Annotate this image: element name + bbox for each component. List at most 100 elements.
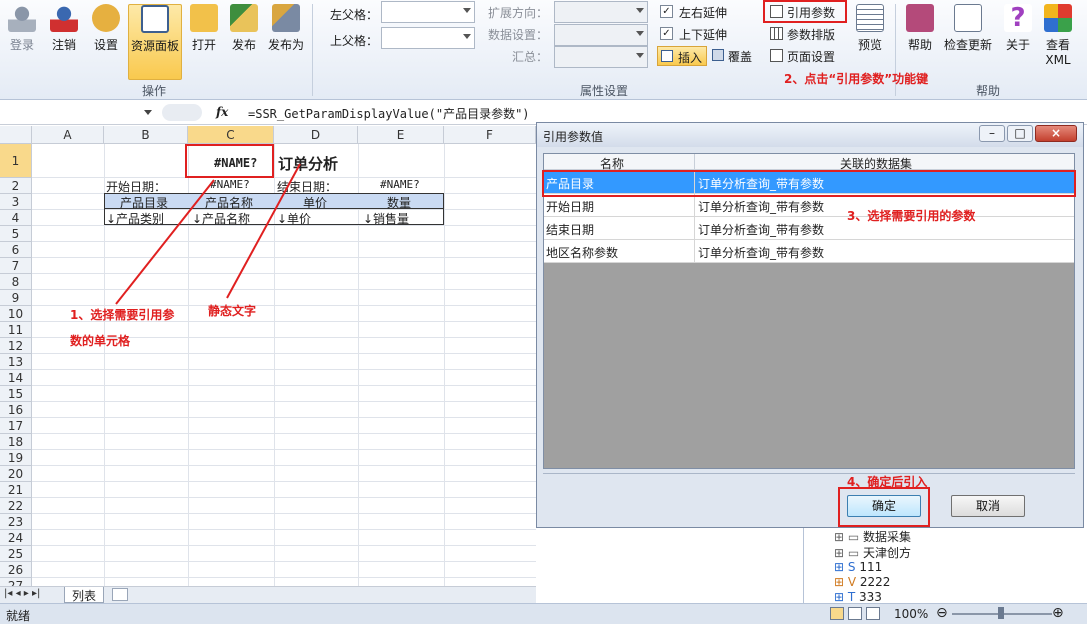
chevron-down-icon (636, 31, 644, 36)
summary-label: 汇总： (512, 50, 549, 64)
help-button[interactable]: 帮助 (902, 4, 938, 53)
tree-item[interactable]: ⊞ T 333 (834, 590, 882, 604)
maximize-icon[interactable]: □ (1007, 125, 1033, 142)
chevron-down-icon (463, 8, 471, 13)
resource-tree: ⊞ ▭ 数据采集 ⊞ ▭ 天津创方 ⊞ S 111 ⊞ V 2222 ⊞ T 3… (803, 528, 1087, 604)
table-row[interactable]: 结束日期 订单分析查询_带有参数 (544, 217, 1074, 240)
chevron-down-icon (636, 8, 644, 13)
publish-as-button[interactable]: 发布为 (266, 4, 306, 53)
check-update-button[interactable]: 检查更新 (942, 4, 994, 53)
dialog-divider (543, 473, 1075, 474)
status-bar: 就绪 100% ⊖ ⊕ (0, 603, 1087, 624)
status-ready: 就绪 (6, 609, 31, 623)
cancel-button[interactable]: 取消 (951, 495, 1025, 517)
ud-extend-checkbox[interactable]: ✓ (660, 27, 673, 40)
new-sheet-icon[interactable] (112, 588, 128, 601)
tree-item[interactable]: ⊞ ▭ 数据采集 (834, 528, 911, 545)
annotation-step2: 2、点击“引用参数”功能键 (784, 72, 929, 86)
tree-item[interactable]: ⊞ V 2222 (834, 575, 890, 589)
about-button[interactable]: ? 关于 (1000, 4, 1036, 53)
settings-icon (92, 4, 120, 32)
ref-param-dialog: 引用参数值 – □ × 名称 关联的数据集 产品目录 订单分析查询_带有参数 开… (536, 122, 1084, 528)
name-box[interactable] (0, 103, 156, 122)
help-book-icon (906, 4, 934, 32)
publish-button[interactable]: 发布 (226, 4, 262, 53)
summary-combo[interactable] (554, 46, 648, 68)
ribbon: 登录 注销 设置 资源面板 打开 发布 发布为 操作 左父格： 上父格： 扩展方… (0, 0, 1087, 100)
spreadsheet-grid[interactable]: A B C D E F 1 2 3 4 5 6 7 8 9 10 11 12 13 14 15 16 17 18 1… (0, 126, 536, 586)
resource-panel-button[interactable]: 资源面板 (128, 4, 182, 80)
logout-button[interactable]: 注销 (46, 4, 82, 53)
minimize-icon[interactable]: – (979, 125, 1005, 142)
page-break-icon[interactable] (866, 607, 880, 620)
expand-direction-label: 扩展方向： (488, 6, 549, 20)
arrow-step1 (115, 179, 215, 305)
preview-icon (856, 4, 884, 32)
group-operation-label: 操作 (142, 84, 167, 98)
insert-icon (661, 50, 673, 62)
login-button[interactable]: 登录 (4, 4, 40, 53)
group-help-label: 帮助 (976, 84, 1001, 98)
dialog-title: 引用参数值 (543, 130, 604, 144)
page-setup-button[interactable]: 页面设置 (768, 47, 844, 65)
top-parent-label: 上父格： (330, 34, 379, 48)
zoom-in-icon[interactable]: ⊕ (1052, 605, 1064, 621)
data-setting-combo[interactable] (554, 24, 648, 46)
tree-item[interactable]: ⊞ S 111 (834, 560, 882, 574)
data-setting-label: 数据设置： (488, 28, 549, 42)
cover-icon (712, 49, 724, 61)
lr-extend-checkbox[interactable]: ✓ (660, 5, 673, 18)
table-header: 名称 关联的数据集 (544, 154, 1074, 171)
ribbon-separator (312, 4, 313, 96)
annotation-step1a: 1、选择需要引用参 (70, 308, 175, 322)
tab-nav-arrows[interactable]: |◂ ◂ ▸ ▸| (4, 588, 40, 599)
sheet-tab-bar: |◂ ◂ ▸ ▸| 列表 (0, 586, 536, 603)
chevron-down-icon (636, 53, 644, 58)
left-parent-label: 左父格： (330, 8, 379, 22)
fx-icon[interactable]: fx (216, 105, 228, 119)
insert-button[interactable]: 插入 (657, 46, 707, 66)
annotation-step3: 3、选择需要引用的参数 (847, 209, 976, 223)
chevron-down-icon (144, 110, 152, 115)
annotation-arrows (115, 163, 301, 305)
table-row[interactable]: 地区名称参数 订单分析查询_带有参数 (544, 240, 1074, 263)
publish-as-icon (272, 4, 300, 32)
open-button[interactable]: 打开 (186, 4, 222, 53)
page-layout-icon[interactable] (848, 607, 862, 620)
dialog-titlebar: 引用参数值 – □ × (537, 123, 1083, 147)
divider (694, 154, 695, 170)
formula-toggle[interactable] (162, 104, 202, 121)
annotation-step1b: 数的单元格 (70, 334, 131, 348)
zoom-out-icon[interactable]: ⊖ (936, 605, 948, 621)
zoom-thumb[interactable] (998, 607, 1004, 619)
formula-input[interactable]: =SSR_GetParamDisplayValue("产品目录参数") (248, 105, 530, 122)
xml-icon (1044, 4, 1072, 32)
group-props-label: 属性设置 (580, 84, 629, 98)
cover-label[interactable]: 覆盖 (728, 48, 752, 65)
highlight-selected-row (542, 170, 1076, 197)
publish-icon (230, 4, 258, 32)
update-icon (954, 4, 982, 32)
chevron-down-icon (463, 34, 471, 39)
sheet-tab[interactable]: 列表 (64, 587, 104, 603)
expand-direction-combo[interactable] (554, 1, 648, 23)
lr-extend-label: 左右延伸 (679, 6, 728, 20)
highlight-ok (838, 487, 930, 527)
top-parent-combo[interactable] (381, 27, 475, 49)
logout-icon (50, 4, 78, 32)
arrow-static-text (226, 163, 301, 299)
table-row[interactable]: 开始日期 订单分析查询_带有参数 (544, 194, 1074, 217)
view-xml-button[interactable]: 查看 XML (1040, 4, 1076, 67)
tree-item[interactable]: ⊞ ▭ 天津创方 (834, 544, 911, 561)
page-icon (770, 49, 783, 62)
layout-icon (770, 27, 783, 40)
settings-button[interactable]: 设置 (88, 4, 124, 53)
preview-button[interactable]: 预览 (852, 4, 888, 53)
param-layout-button[interactable]: 参数排版 (768, 25, 844, 43)
panel-icon (141, 5, 169, 33)
zoom-level: 100% (894, 607, 929, 621)
close-icon[interactable]: × (1035, 125, 1077, 142)
left-parent-combo[interactable] (381, 1, 475, 23)
ud-extend-label: 上下延伸 (679, 28, 728, 42)
normal-view-icon[interactable] (830, 607, 844, 620)
